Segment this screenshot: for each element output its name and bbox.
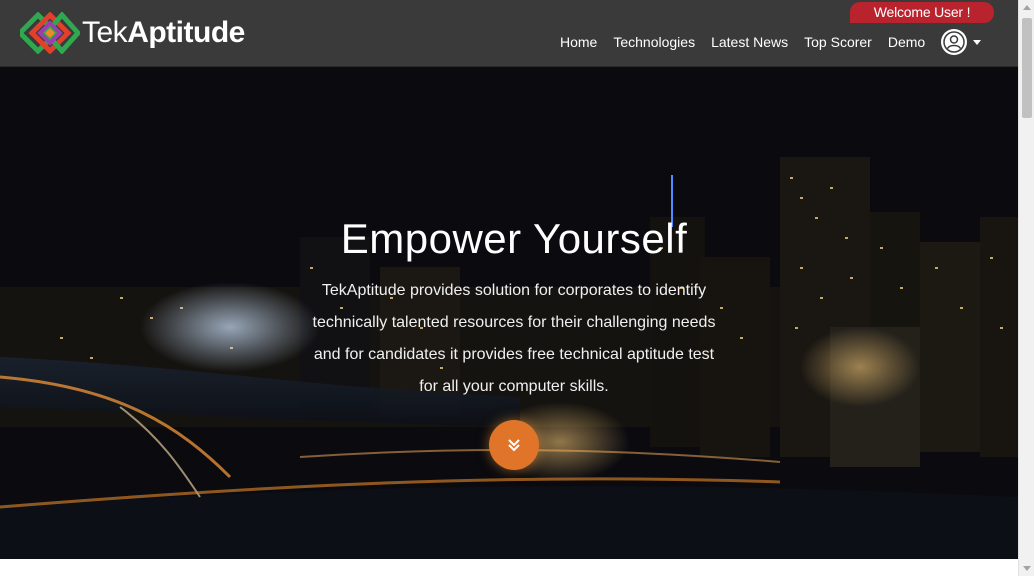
welcome-badge: Welcome User ! (850, 2, 994, 23)
main-nav: Home Technologies Latest News Top Scorer… (560, 29, 982, 55)
scroll-down-button[interactable] (489, 420, 539, 470)
scrollbar-thumb[interactable] (1022, 18, 1032, 118)
page-scrollbar[interactable] (1018, 0, 1034, 576)
hero-description: TekAptitude provides solution for corpor… (312, 282, 716, 395)
nav-demo[interactable]: Demo (888, 34, 925, 50)
scroll-down-arrow-icon[interactable] (1023, 566, 1031, 571)
user-avatar-icon (941, 29, 968, 55)
chevron-down-icon (973, 39, 982, 45)
top-navbar: TekAptitude Welcome User ! Home Technolo… (0, 0, 1018, 67)
nav-top-scorer[interactable]: Top Scorer (804, 34, 872, 50)
nav-latest-news[interactable]: Latest News (711, 34, 788, 50)
page: TekAptitude Welcome User ! Home Technolo… (0, 0, 1034, 576)
brand-name: TekAptitude (82, 16, 245, 50)
double-chevron-down-icon (508, 439, 520, 452)
user-menu[interactable] (941, 29, 982, 55)
diamond-logo-icon (20, 12, 80, 54)
brand-logo[interactable]: TekAptitude (20, 12, 245, 54)
nav-technologies[interactable]: Technologies (613, 34, 695, 50)
nav-home[interactable]: Home (560, 34, 597, 50)
brand-name-bold: Aptitude (127, 16, 245, 49)
hero-section: Empower Yourself TekAptitude provides so… (0, 67, 1018, 559)
scroll-up-arrow-icon[interactable] (1023, 5, 1031, 10)
hero-title: Empower Yourself (340, 215, 688, 262)
brand-name-light: Tek (82, 16, 128, 49)
